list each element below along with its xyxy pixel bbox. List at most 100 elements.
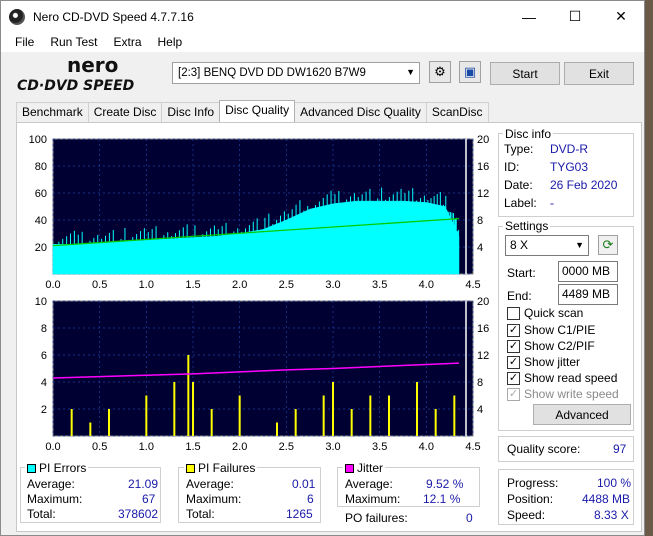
y-tick-label: 4	[41, 377, 47, 389]
end-input[interactable]: 4489 MB	[558, 284, 618, 305]
end-label: End:	[507, 289, 532, 303]
start-button[interactable]: Start	[490, 62, 560, 85]
menu-help[interactable]: Help	[150, 35, 191, 49]
app-window: Nero CD-DVD Speed 4.7.7.16 — ☐ ✕ File Ru…	[0, 0, 645, 536]
menu-run-test[interactable]: Run Test	[42, 35, 105, 49]
nero-logo: nero CD·DVD SPEED	[17, 53, 134, 93]
show-c2pif-checkbox[interactable]: ✓ Show C2/PIF	[507, 339, 595, 353]
charts-area: 0.0 0.5 1.0 1.5 2.0 2.5 3.0 3.5 4.0 4.5 100 80 60 40 2…	[29, 134, 490, 453]
tab-disc-info[interactable]: Disc Info	[161, 102, 221, 122]
tab-disc-quality[interactable]: Disc Quality	[219, 100, 296, 122]
pi-failures-title-text: PI Failures	[198, 461, 256, 475]
quick-scan-checkbox[interactable]: Quick scan	[507, 306, 583, 320]
x-tick-label: 4.5	[465, 441, 480, 453]
pi-failures-total-label: Total:	[186, 507, 215, 521]
chevron-down-icon: ▼	[575, 240, 584, 250]
show-c1pie-checkbox[interactable]: ✓ Show C1/PIE	[507, 323, 595, 337]
menu-bar: File Run Test Extra Help	[1, 32, 644, 52]
tab-advanced-disc-quality[interactable]: Advanced Disc Quality	[294, 102, 427, 122]
disc-id-value: TYG03	[550, 160, 589, 174]
pi-failures-total: 1265	[286, 507, 313, 521]
y2-tick-label: 20	[477, 296, 489, 308]
start-input[interactable]: 0000 MB	[558, 261, 618, 282]
show-read-speed-checkbox[interactable]: ✓ Show read speed	[507, 371, 617, 385]
pi-errors-title-text: PI Errors	[39, 461, 87, 475]
x-tick-label: 4.5	[465, 279, 480, 291]
jitter-title-text: Jitter	[357, 461, 384, 475]
x-tick-label: 1.5	[185, 441, 200, 453]
y2-tick-label: 12	[477, 350, 489, 362]
disc-type-label: Type:	[504, 142, 534, 156]
disc-label-label: Label:	[504, 196, 537, 210]
disc-date-value: 26 Feb 2020	[550, 178, 618, 192]
x-tick-label: 0.0	[45, 279, 60, 291]
speed-value: 8.33 X	[594, 508, 629, 522]
plot-background	[52, 300, 474, 437]
jitter-average-label: Average:	[345, 477, 393, 491]
exit-button[interactable]: Exit	[564, 62, 634, 85]
y-tick-label: 6	[41, 350, 47, 362]
quality-score-value: 97	[613, 442, 627, 456]
drive-select-value: [2:3] BENQ DVD DD DW1620 B7W9	[178, 67, 366, 79]
x-tick-label: 4.0	[419, 279, 434, 291]
minimize-button[interactable]: —	[506, 1, 552, 32]
tab-scandisc[interactable]: ScanDisc	[425, 102, 489, 122]
disc-date-label: Date:	[504, 178, 533, 192]
x-tick-label: 3.5	[372, 441, 387, 453]
legend-swatch	[345, 464, 354, 473]
pi-failures-maximum-label: Maximum:	[186, 492, 242, 506]
chevron-down-icon: ▼	[406, 67, 415, 77]
menu-file[interactable]: File	[7, 35, 42, 49]
pi-errors-chart: 0.0 0.5 1.0 1.5 2.0 2.5 3.0 3.5 4.0 4.5 100 80 60 40 2…	[29, 134, 490, 291]
pi-errors-maximum: 67	[142, 492, 156, 506]
quality-score-label: Quality score:	[507, 442, 581, 456]
jitter-maximum-label: Maximum:	[345, 492, 401, 506]
x-tick-label: 2.5	[279, 279, 294, 291]
y-tick-label: 100	[29, 134, 47, 146]
disc-type-value: DVD-R	[550, 142, 588, 156]
logo-top-text: nero	[67, 53, 118, 77]
show-read-speed-label: Show read speed	[524, 371, 618, 385]
x-tick-label: 2.0	[232, 279, 247, 291]
legend-swatch	[27, 464, 36, 473]
quick-scan-label: Quick scan	[524, 306, 584, 320]
y2-tick-label: 12	[477, 188, 489, 200]
maximize-button[interactable]: ☐	[552, 1, 598, 32]
x-tick-label: 3.0	[325, 279, 340, 291]
x-tick-label: 4.0	[419, 441, 434, 453]
pi-errors-title: PI Errors	[25, 461, 89, 475]
advanced-button[interactable]: Advanced	[533, 404, 631, 425]
eject-icon[interactable]: ⚙	[429, 61, 451, 83]
x-tick-label: 0.5	[92, 279, 107, 291]
speed-select[interactable]: 8 X ▼	[505, 235, 589, 256]
position-value: 4488 MB	[582, 492, 631, 506]
drive-select[interactable]: [2:3] BENQ DVD DD DW1620 B7W9 ▼	[172, 62, 420, 84]
y-tick-label: 2	[41, 404, 47, 416]
save-icon[interactable]: ▣	[459, 61, 481, 83]
disc-id-label: ID:	[504, 160, 520, 174]
y2-tick-label: 4	[477, 242, 483, 254]
y2-tick-label: 8	[477, 215, 483, 227]
disc-info-title: Disc info	[503, 127, 554, 141]
y2-tick-label: 20	[477, 134, 489, 146]
show-jitter-label: Show jitter	[524, 355, 581, 369]
jitter-title: Jitter	[343, 461, 386, 475]
tab-benchmark[interactable]: Benchmark	[16, 102, 89, 122]
speed-select-value: 8 X	[510, 238, 529, 252]
x-tick-label: 1.5	[185, 279, 200, 291]
speed-label: Speed:	[507, 508, 546, 522]
y2-tick-label: 16	[477, 323, 489, 335]
checkmark-icon: ✓	[507, 323, 520, 337]
menu-extra[interactable]: Extra	[105, 35, 149, 49]
tab-create-disc[interactable]: Create Disc	[87, 102, 163, 122]
checkmark-icon: ✓	[507, 387, 520, 401]
disc-label-value: -	[550, 196, 554, 210]
show-jitter-checkbox[interactable]: ✓ Show jitter	[507, 355, 580, 369]
pi-errors-average: 21.09	[128, 477, 159, 491]
y-tick-label: 60	[35, 188, 47, 200]
close-button[interactable]: ✕	[598, 1, 644, 32]
refresh-icon[interactable]: ⟳	[598, 235, 618, 255]
x-tick-label: 3.0	[325, 441, 340, 453]
checkmark-icon: ✓	[507, 371, 520, 385]
y2-tick-label: 16	[477, 161, 489, 173]
